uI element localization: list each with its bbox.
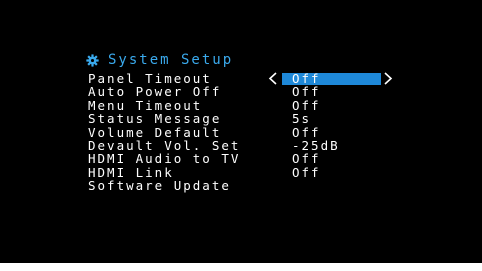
tv-osd-screen: System Setup Panel Timeout Off Auto Powe… [0, 0, 482, 263]
menu-item-label: Devault Vol. Set [88, 137, 241, 153]
menu-item-label: Menu Timeout [88, 97, 203, 113]
menu-item-value: 5s [292, 111, 312, 127]
menu-item-menu-timeout[interactable]: Menu Timeout Off [88, 97, 418, 113]
menu-item-label: Auto Power Off [88, 84, 222, 100]
menu-item-value: -25dB [292, 137, 340, 153]
setup-menu: Panel Timeout Off Auto Power Off Off Men… [88, 72, 418, 193]
menu-item-volume-default[interactable]: Volume Default Off [88, 124, 418, 140]
menu-item-label: Panel Timeout [88, 71, 212, 86]
menu-item-software-update[interactable]: Software Update [88, 178, 418, 194]
menu-item-value: Off [292, 84, 321, 100]
menu-item-hdmi-audio-to-tv[interactable]: HDMI Audio to TV Off [88, 151, 418, 167]
menu-item-panel-timeout[interactable]: Panel Timeout Off [88, 72, 418, 85]
page-title: System Setup [86, 52, 233, 68]
menu-item-default-vol-set[interactable]: Devault Vol. Set -25dB [88, 137, 418, 153]
menu-item-value: Off [292, 97, 321, 113]
menu-item-label: Volume Default [88, 124, 222, 140]
menu-item-label: HDMI Link [88, 164, 174, 180]
menu-item-hdmi-link[interactable]: HDMI Link Off [88, 164, 418, 180]
gear-icon [86, 53, 99, 67]
menu-item-value: Off [292, 151, 321, 167]
chevron-right-icon[interactable] [383, 72, 393, 85]
menu-item-status-message[interactable]: Status Message 5s [88, 111, 418, 127]
menu-item-value: Off [292, 164, 321, 180]
menu-item-value[interactable]: Off [292, 72, 321, 86]
chevron-left-icon[interactable] [268, 72, 278, 85]
page-title-text: System Setup [108, 52, 234, 68]
menu-item-label: Software Update [88, 178, 231, 194]
menu-item-auto-power-off[interactable]: Auto Power Off Off [88, 84, 418, 100]
menu-item-label: Status Message [88, 111, 222, 127]
menu-item-value: Off [292, 124, 321, 140]
menu-item-label: HDMI Audio to TV [88, 151, 241, 167]
